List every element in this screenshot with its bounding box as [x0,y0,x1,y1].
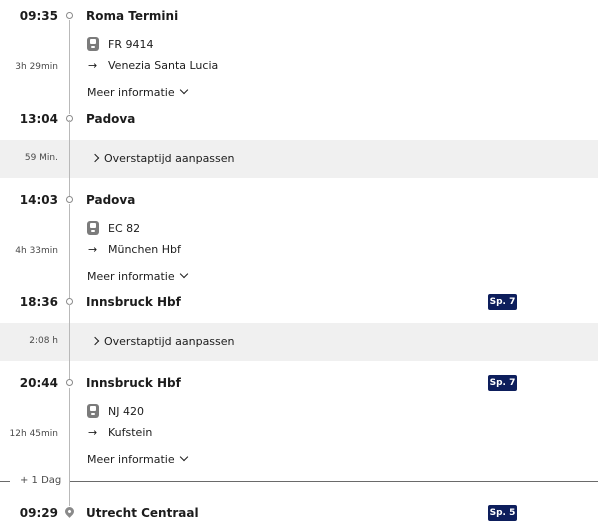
day-divider [0,481,10,482]
chevron-down-icon [179,452,188,462]
chevron-right-icon [90,336,100,346]
adjust-transfer-button[interactable]: Overstaptijd aanpassen [90,152,235,165]
chevron-down-icon [179,269,188,279]
departure-time: 14:03 [19,193,58,207]
departure-station: Innsbruck Hbf [86,376,181,390]
arrival-time: 18:36 [19,295,58,309]
trip-duration: 4h 33min [15,246,58,256]
arrow-right-icon: → [88,59,98,72]
timeline-line [69,204,70,298]
train-icon [87,221,99,235]
platform-badge: Sp. 7 [488,294,517,310]
train-direction: Venezia Santa Lucia [108,59,219,72]
arrival-time: 13:04 [19,112,58,126]
platform-badge: Sp. 5 [488,505,517,521]
stop-circle-icon [66,12,73,19]
departure-station: Padova [86,193,136,207]
day-change-label: + 1 Dag [20,475,62,486]
adjust-transfer-label: Overstaptijd aanpassen [104,335,235,348]
trip-duration: 3h 29min [15,62,58,72]
transfer-row: 59 Min. Overstaptijd aanpassen [0,140,598,178]
train-number: FR 9414 [108,38,154,51]
more-info-button[interactable]: Meer informatie [87,269,188,283]
more-info-label: Meer informatie [87,86,175,99]
arrival-time: 09:29 [19,506,58,520]
adjust-transfer-button[interactable]: Overstaptijd aanpassen [90,335,235,348]
arrow-right-icon: → [88,426,98,439]
transfer-duration: 2:08 h [29,336,58,346]
arrow-right-icon: → [88,243,98,256]
more-info-button[interactable]: Meer informatie [87,85,188,99]
train-icon [87,404,99,418]
timeline-line [69,178,70,198]
train-number: EC 82 [108,222,141,235]
timeline-line [69,388,70,506]
departure-time: 09:35 [19,9,58,23]
platform-badge: Sp. 7 [488,375,517,391]
chevron-down-icon [179,85,188,95]
day-divider [70,481,598,482]
arrival-station: Innsbruck Hbf [86,295,181,309]
timeline-line [69,120,70,140]
timeline-line [69,361,70,381]
arrival-station: Utrecht Centraal [86,506,199,520]
timeline-line [69,20,70,114]
train-icon [87,37,99,51]
stop-circle-icon [66,196,73,203]
transfer-duration: 59 Min. [24,153,58,163]
more-info-label: Meer informatie [87,453,175,466]
timeline-line [69,323,70,361]
train-direction: Kufstein [108,426,153,439]
timeline-line [69,304,70,323]
more-info-label: Meer informatie [87,270,175,283]
departure-time: 20:44 [19,376,58,390]
trip-duration: 12h 45min [9,429,58,439]
adjust-transfer-label: Overstaptijd aanpassen [104,152,235,165]
transfer-row: 2:08 h Overstaptijd aanpassen [0,323,598,361]
timeline-line [69,140,70,178]
arrival-station: Padova [86,112,136,126]
departure-station: Roma Termini [86,9,179,23]
more-info-button[interactable]: Meer informatie [87,452,188,466]
train-direction: München Hbf [108,243,181,256]
map-pin-icon [63,505,76,518]
stop-circle-icon [66,379,73,386]
chevron-right-icon [90,153,100,163]
train-number: NJ 420 [108,405,144,418]
